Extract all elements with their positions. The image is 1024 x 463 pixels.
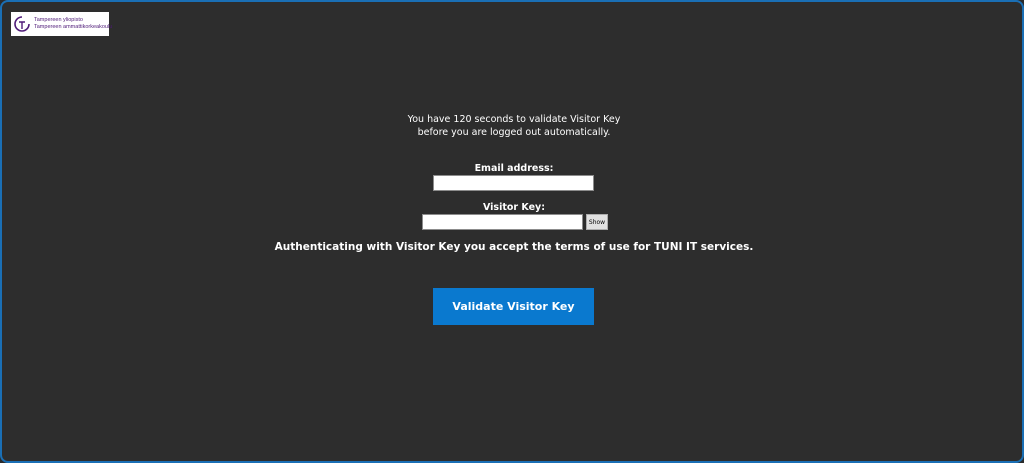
- email-field[interactable]: [433, 175, 594, 191]
- show-key-button[interactable]: Show: [586, 214, 608, 230]
- timeout-notice-line-1: You have 120 seconds to validate Visitor…: [407, 114, 621, 125]
- validate-visitor-key-button[interactable]: Validate Visitor Key: [433, 288, 594, 325]
- timeout-notice: You have 120 seconds to validate Visitor…: [2, 113, 1022, 139]
- logo-text: Tampereen yliopisto Tampereen ammattikor…: [34, 17, 112, 31]
- university-logo: Tampereen yliopisto Tampereen ammattikor…: [11, 12, 112, 36]
- tuni-logo-icon: [14, 16, 30, 32]
- logo-line-2: Tampereen ammattikorkeakoulu: [34, 24, 113, 30]
- visitor-key-field[interactable]: [422, 214, 583, 230]
- visitor-key-label: Visitor Key:: [482, 202, 546, 213]
- terms-of-use-text: Authenticating with Visitor Key you acce…: [274, 241, 754, 253]
- timeout-notice-line-2: before you are logged out automatically.: [417, 127, 611, 138]
- login-window: Tampereen yliopisto Tampereen ammattikor…: [0, 0, 1024, 463]
- logo-line-1: Tampereen yliopisto: [34, 17, 83, 23]
- email-label: Email address:: [474, 163, 554, 174]
